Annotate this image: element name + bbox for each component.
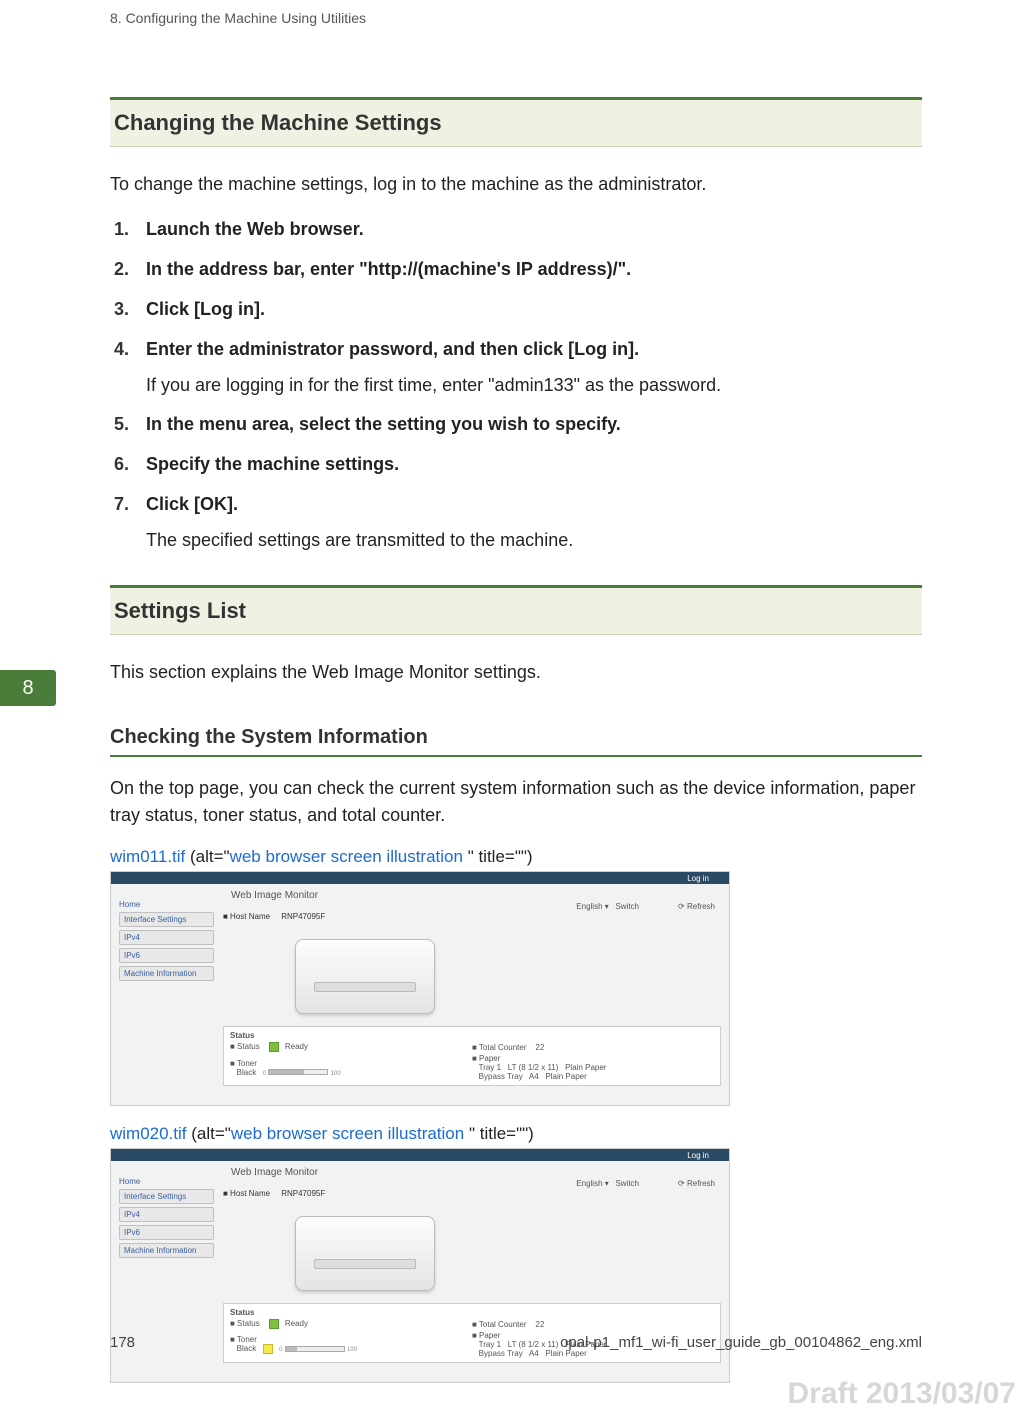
section-heading-changing-settings: Changing the Machine Settings: [110, 97, 922, 147]
ss-host: ■ Host Name RNP47095F: [223, 912, 721, 921]
ss-login: Log in: [687, 874, 709, 883]
ss-refresh: ⟳ Refresh: [678, 1179, 715, 1188]
printer-illustration: [295, 939, 435, 1014]
step-7: Click [OK]. The specified settings are t…: [146, 491, 922, 555]
page-footer: 178 opal-p1_mf1_wi-fi_user_guide_gb_0010…: [0, 1334, 1032, 1351]
section-title: Changing the Machine Settings: [114, 110, 914, 136]
image2-alt-link[interactable]: web browser screen illustration: [231, 1124, 464, 1143]
step-2: In the address bar, enter "http://(machi…: [146, 256, 922, 284]
ss-host: ■ Host Name RNP47095F: [223, 1189, 721, 1198]
page-header: 8. Configuring the Machine Using Utiliti…: [0, 0, 1032, 32]
ss-app-title: Web Image Monitor: [231, 1167, 318, 1178]
section3-intro: On the top page, you can check the curre…: [110, 775, 922, 829]
ss-side-item: Machine Information: [119, 1243, 214, 1258]
ss-side-item: IPv4: [119, 1207, 214, 1222]
ss-login: Log in: [687, 1151, 709, 1160]
ss-lang: English ▾ Switch: [576, 902, 639, 911]
ss-counter: ■ Total Counter 22: [472, 1043, 714, 1052]
step-4-sub: If you are logging in for the first time…: [146, 372, 922, 400]
subheading-system-info: Checking the System Information: [110, 726, 922, 757]
ss-status: ■ Status Ready: [230, 1319, 472, 1329]
image1-file-link[interactable]: wim011.tif: [110, 847, 185, 866]
section-heading-settings-list: Settings List: [110, 585, 922, 635]
image2-file-link[interactable]: wim020.tif: [110, 1124, 187, 1143]
section-title: Settings List: [114, 598, 914, 624]
ss-sidebar: Interface Settings IPv4 IPv6 Machine Inf…: [119, 1189, 214, 1261]
image1-caption: wim011.tif (alt="web browser screen illu…: [110, 847, 922, 867]
status-ok-icon: [269, 1319, 279, 1329]
ss-side-item: Machine Information: [119, 966, 214, 981]
draft-watermark: Draft 2013/03/07: [788, 1377, 1017, 1411]
page-content: Changing the Machine Settings To change …: [0, 32, 1032, 1383]
ss-topbar: Log in: [111, 872, 729, 884]
ss-status-title: Status: [230, 1308, 714, 1317]
ss-topbar: Log in: [111, 1149, 729, 1161]
ss-lang: English ▾ Switch: [576, 1179, 639, 1188]
step-3: Click [Log in].: [146, 296, 922, 324]
ss-app-title: Web Image Monitor: [231, 890, 318, 901]
image1-alt-link[interactable]: web browser screen illustration: [230, 847, 463, 866]
ss-side-item: IPv4: [119, 930, 214, 945]
ss-status-box: Status ■ Status Ready ■ Total Counter 22: [223, 1026, 721, 1086]
ss-home: Home: [119, 900, 140, 909]
chapter-title: 8. Configuring the Machine Using Utiliti…: [110, 10, 366, 26]
ss-sidebar: Interface Settings IPv4 IPv6 Machine Inf…: [119, 912, 214, 984]
ss-status-title: Status: [230, 1031, 714, 1040]
ss-paper: ■ Paper Tray 1 LT (8 1/2 x 11) Plain Pap…: [472, 1054, 714, 1081]
image2-caption: wim020.tif (alt="web browser screen illu…: [110, 1124, 922, 1144]
ss-main: ■ Host Name RNP47095F Status ■ Status Re…: [223, 912, 721, 1086]
section2-intro: This section explains the Web Image Moni…: [110, 659, 922, 686]
ss-side-item: IPv6: [119, 1225, 214, 1240]
ss-counter: ■ Total Counter 22: [472, 1320, 714, 1329]
ss-toner: ■ Toner Black 0 100: [230, 1059, 472, 1077]
wim-screenshot-1: Log in Web Image Monitor English ▾ Switc…: [110, 871, 730, 1106]
toner-bar: [268, 1069, 328, 1075]
step-6: Specify the machine settings.: [146, 451, 922, 479]
chapter-tab: 8: [0, 670, 56, 706]
page-number: 178: [110, 1334, 135, 1351]
source-filename: opal-p1_mf1_wi-fi_user_guide_gb_00104862…: [560, 1334, 922, 1351]
ss-side-item: Interface Settings: [119, 912, 214, 927]
step-4: Enter the administrator password, and th…: [146, 336, 922, 400]
printer-illustration: [295, 1216, 435, 1291]
ss-side-item: Interface Settings: [119, 1189, 214, 1204]
ss-refresh: ⟳ Refresh: [678, 902, 715, 911]
chapter-tab-number: 8: [22, 677, 33, 700]
step-7-sub: The specified settings are transmitted t…: [146, 527, 922, 555]
steps-list: Launch the Web browser. In the address b…: [110, 216, 922, 555]
step-5: In the menu area, select the setting you…: [146, 411, 922, 439]
section1-intro: To change the machine settings, log in t…: [110, 171, 922, 198]
status-ok-icon: [269, 1042, 279, 1052]
step-1: Launch the Web browser.: [146, 216, 922, 244]
ss-status: ■ Status Ready: [230, 1042, 472, 1052]
ss-side-item: IPv6: [119, 948, 214, 963]
ss-home: Home: [119, 1177, 140, 1186]
